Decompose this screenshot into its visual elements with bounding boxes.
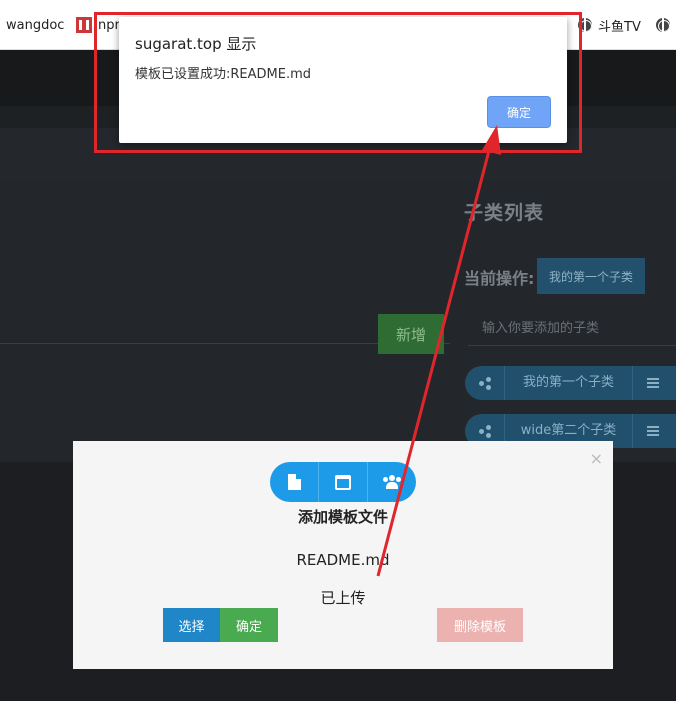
template-filename: README.md — [296, 551, 390, 569]
close-icon[interactable]: × — [590, 451, 603, 467]
calendar-icon — [335, 474, 351, 490]
users-icon — [383, 475, 401, 489]
bookmark-wangdoc[interactable]: wangdoc — [6, 0, 64, 50]
users-tab[interactable] — [368, 462, 416, 502]
add-subcategory-button[interactable]: 新增 — [378, 314, 444, 354]
file-icon — [287, 474, 301, 490]
subcategory-list-title: 子类列表 — [464, 202, 545, 224]
bookmark-label: wangdoc — [6, 17, 65, 33]
menu-icon[interactable] — [633, 426, 673, 436]
subcategory-input[interactable] — [468, 312, 676, 346]
current-op-button[interactable]: 我的第一个子类 — [537, 258, 645, 294]
current-op-label: 当前操作: — [464, 269, 535, 288]
bookmark-globe[interactable] — [656, 0, 676, 50]
annotation-highlight-box — [94, 12, 582, 153]
globe-icon — [656, 18, 670, 32]
upload-status: 已上传 — [320, 589, 366, 607]
file-tab[interactable] — [270, 462, 319, 502]
npm-icon — [76, 17, 92, 33]
subcategory-label: 我的第一个子类 — [505, 366, 633, 400]
delete-template-button[interactable]: 删除模板 — [437, 608, 523, 642]
share-icon[interactable] — [465, 366, 505, 400]
add-template-modal: × 添加模板文件 README.md 已上传 选择 确定 删除模板 — [73, 441, 613, 669]
select-file-button[interactable]: 选择 — [163, 608, 220, 642]
bookmark-douyu[interactable]: 斗鱼TV — [578, 0, 641, 50]
calendar-tab[interactable] — [319, 462, 368, 502]
confirm-button[interactable]: 确定 — [220, 608, 278, 642]
subcategory-item[interactable]: 我的第一个子类 — [465, 366, 676, 400]
menu-icon[interactable] — [633, 378, 673, 388]
modal-title: 添加模板文件 — [297, 508, 388, 526]
bookmark-label: 斗鱼TV — [598, 19, 641, 35]
template-type-icon-group — [270, 462, 416, 502]
